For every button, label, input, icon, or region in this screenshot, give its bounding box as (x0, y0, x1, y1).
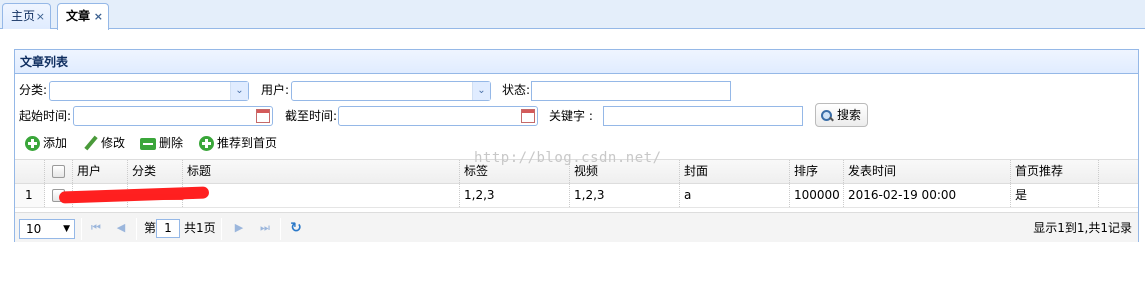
tab-article[interactable]: 文章 × (57, 3, 109, 30)
chevron-down-icon[interactable]: ⌄ (472, 82, 490, 100)
prev-page-icon[interactable]: ◀ (113, 219, 129, 237)
next-page-icon[interactable]: ▶ (231, 219, 247, 237)
panel-title: 文章列表 (15, 50, 1138, 74)
table-row[interactable]: 1 1 1,2,3 1,2,3 a 100000 2016-02-19 00:0… (15, 184, 1138, 208)
column-header-published[interactable]: 发表时间 (844, 160, 1011, 183)
delete-button[interactable]: 删除 (140, 133, 183, 153)
category-label: 分类: (19, 83, 48, 97)
search-button[interactable]: 搜索 (815, 103, 869, 127)
pager-separator (221, 218, 222, 240)
column-header-recommended[interactable]: 首页推荐 (1011, 160, 1099, 183)
caret-down-icon[interactable]: ▼ (63, 220, 70, 238)
plus-circle-icon (199, 136, 214, 151)
pager-separator (280, 218, 281, 240)
row-number-header (15, 160, 45, 183)
watermark: http://blog.csdn.net/ (474, 150, 662, 166)
page-label-before: 第 (144, 221, 157, 235)
user-label: 用户: (261, 83, 290, 97)
page-label-after: 共1页 (184, 221, 216, 235)
start-time-label: 起始时间: (19, 109, 72, 123)
recommend-button[interactable]: 推荐到首页 (199, 133, 277, 153)
refresh-icon[interactable]: ↻ (287, 219, 305, 237)
pencil-icon (83, 136, 98, 151)
pagination-bar: 10 ▼ ⏮ ◀ 第 1 共1页 ▶ ⏭ ↻ 显示1到1,共1记录 (15, 212, 1138, 242)
tab-article-label: 文章 (66, 9, 91, 23)
end-time-field[interactable] (338, 106, 538, 126)
add-button-label: 添加 (43, 136, 68, 150)
page-size-value: 10 (26, 222, 42, 236)
pager-separator (136, 218, 137, 240)
keyword-input[interactable] (603, 106, 803, 126)
category-select[interactable]: ⌄ (49, 81, 249, 101)
column-header-cover[interactable]: 封面 (680, 160, 790, 183)
chevron-down-icon[interactable]: ⌄ (230, 82, 248, 100)
tab-home[interactable]: 主页 × (2, 3, 51, 29)
redaction-scribble (65, 194, 185, 200)
cell-video: 1,2,3 (570, 184, 680, 207)
tab-home-label: 主页 (11, 9, 36, 23)
search-button-label: 搜索 (837, 108, 862, 122)
pager-separator (81, 218, 82, 240)
recommend-button-label: 推荐到首页 (217, 136, 278, 150)
keyword-label: 关键字 : (549, 109, 593, 123)
plus-circle-icon (25, 136, 40, 151)
edit-button-label: 修改 (101, 136, 126, 150)
column-header-category[interactable]: 分类 (128, 160, 183, 183)
first-page-icon[interactable]: ⏮ (88, 219, 104, 237)
tab-bar: 主页 × 文章 × (0, 0, 1145, 30)
article-list-panel: 文章列表 分类: ⌄ 用户: ⌄ 状态: 起始时间: 截至时间: 关键字 : 搜… (14, 49, 1139, 242)
add-button[interactable]: 添加 (25, 133, 67, 153)
pager-summary: 显示1到1,共1记录 (1033, 221, 1132, 235)
cell-cover: a (680, 184, 790, 207)
last-page-icon[interactable]: ⏭ (257, 219, 273, 237)
cell-tags: 1,2,3 (460, 184, 570, 207)
select-all-cell (45, 160, 73, 183)
user-select[interactable]: ⌄ (291, 81, 491, 101)
cell-published: 2016-02-19 00:00 (844, 184, 1011, 207)
status-label: 状态: (502, 83, 531, 97)
calendar-icon[interactable] (256, 109, 270, 123)
status-input[interactable] (531, 81, 731, 101)
minus-icon (140, 137, 156, 150)
column-header-user[interactable]: 用户 (73, 160, 128, 183)
page-size-select[interactable]: 10 ▼ (19, 219, 75, 239)
edit-button[interactable]: 修改 (83, 133, 125, 153)
cell-sort: 100000 (790, 184, 844, 207)
delete-button-label: 删除 (159, 136, 184, 150)
calendar-icon[interactable] (521, 109, 535, 123)
cell-title: 1 (183, 184, 460, 207)
magnifier-icon (820, 109, 834, 123)
column-header-sort[interactable]: 排序 (790, 160, 844, 183)
end-time-label: 截至时间: (285, 109, 338, 123)
start-time-field[interactable] (73, 106, 273, 126)
close-icon[interactable]: × (94, 4, 103, 29)
page-number-input[interactable]: 1 (156, 219, 180, 238)
column-header-title[interactable]: 标题 (183, 160, 460, 183)
cell-recommended: 是 (1011, 184, 1099, 207)
filter-toolbar: 分类: ⌄ 用户: ⌄ 状态: 起始时间: 截至时间: 关键字 : 搜索 添加 … (15, 75, 1138, 159)
row-number: 1 (15, 184, 45, 207)
close-icon[interactable]: × (36, 4, 45, 29)
select-all-checkbox[interactable] (52, 165, 65, 178)
